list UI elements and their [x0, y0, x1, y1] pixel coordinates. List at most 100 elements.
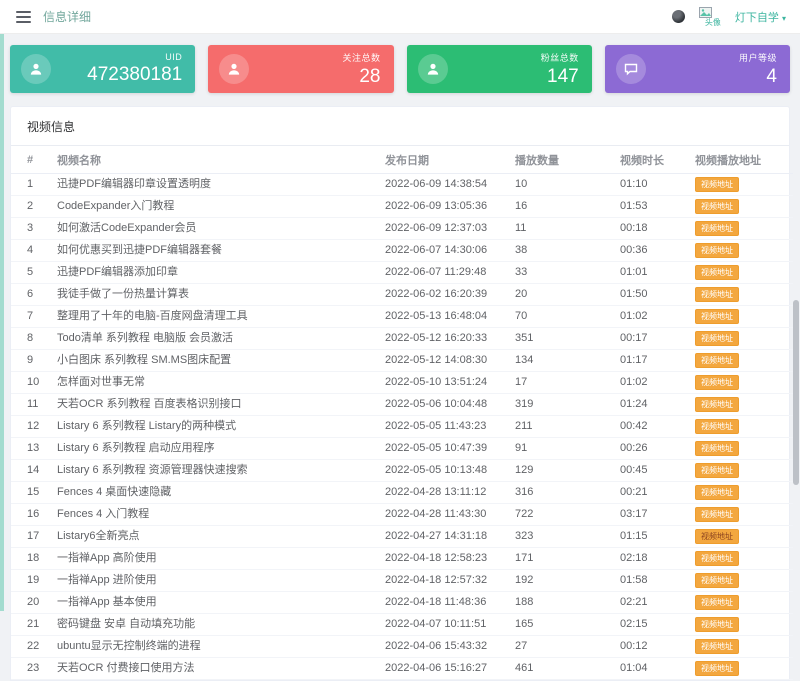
video-duration: 01:02: [620, 371, 695, 394]
video-url-button[interactable]: 视频地址: [695, 573, 739, 588]
table-row: 16 Fences 4 入门教程 2022-04-28 11:43:30 722…: [11, 503, 793, 526]
video-url-button[interactable]: 视频地址: [695, 353, 739, 368]
video-name: 我徒手做了一份热量计算表: [57, 283, 385, 306]
col-play-url: 视频播放地址: [695, 146, 793, 174]
video-url-button[interactable]: 视频地址: [695, 551, 739, 566]
play-count: 38: [515, 239, 620, 262]
video-duration: 00:12: [620, 635, 695, 658]
publish-date: 2022-06-09 14:38:54: [385, 173, 515, 196]
stat-value: 147: [547, 65, 579, 87]
video-table: # 视频名称 发布日期 播放数量 视频时长 视频播放地址 1 迅捷PDF编辑器印…: [11, 146, 793, 680]
stat-card-fans: 粉丝总数 147: [406, 45, 592, 93]
video-url-button[interactable]: 视频地址: [695, 463, 739, 478]
table-row: 10 怎样面对世事无常 2022-05-10 13:51:24 17 01:02…: [11, 371, 793, 394]
video-duration: 00:26: [620, 437, 695, 460]
video-url-button[interactable]: 视频地址: [695, 485, 739, 500]
table-header-row: # 视频名称 发布日期 播放数量 视频时长 视频播放地址: [11, 146, 793, 174]
stat-card-level: 用户等级 4: [604, 45, 790, 93]
video-duration: 01:15: [620, 525, 695, 548]
video-name: 迅捷PDF编辑器添加印章: [57, 261, 385, 284]
row-index: 3: [11, 217, 57, 240]
play-count: 10: [515, 173, 620, 196]
video-name: Listary 6 系列教程 Listary的两种模式: [57, 415, 385, 438]
video-url-button[interactable]: 视频地址: [695, 507, 739, 522]
menu-toggle-icon[interactable]: [16, 10, 31, 23]
table-row: 3 如何激活CodeExpander会员 2022-06-09 12:37:03…: [11, 217, 793, 240]
video-name: 一指禅App 进阶使用: [57, 569, 385, 592]
video-url-button[interactable]: 视频地址: [695, 375, 739, 390]
page-title: 信息详细: [43, 10, 92, 24]
video-url-button[interactable]: 视频地址: [695, 243, 739, 258]
video-url-button[interactable]: 视频地址: [695, 529, 739, 544]
table-row: 8 Todo清单 系列教程 电脑版 会员激活 2022-05-12 16:20:…: [11, 327, 793, 350]
video-url-button[interactable]: 视频地址: [695, 661, 739, 676]
table-row: 6 我徒手做了一份热量计算表 2022-06-02 16:20:39 20 01…: [11, 283, 793, 306]
table-row: 1 迅捷PDF编辑器印章设置透明度 2022-06-09 14:38:54 10…: [11, 173, 793, 196]
publish-date: 2022-06-09 13:05:36: [385, 195, 515, 218]
video-url-button[interactable]: 视频地址: [695, 309, 739, 324]
table-row: 18 一指禅App 高阶使用 2022-04-18 12:58:23 171 0…: [11, 547, 793, 570]
row-index: 7: [11, 305, 57, 328]
video-name: 密码键盘 安卓 自动填充功能: [57, 613, 385, 636]
stat-cards: UID 472380181 关注总数 28 粉丝总数 147 用户等级 4: [0, 34, 800, 106]
row-index: 13: [11, 437, 57, 460]
table-row: 14 Listary 6 系列教程 资源管理器快速搜索 2022-05-05 1…: [11, 459, 793, 482]
row-index: 20: [11, 591, 57, 614]
row-index: 5: [11, 261, 57, 284]
video-url-button[interactable]: 视频地址: [695, 639, 739, 654]
play-count: 165: [515, 613, 620, 636]
row-index: 8: [11, 327, 57, 350]
row-index: 14: [11, 459, 57, 482]
row-index: 11: [11, 393, 57, 416]
video-name: 迅捷PDF编辑器印章设置透明度: [57, 173, 385, 196]
video-url-button[interactable]: 视频地址: [695, 441, 739, 456]
row-index: 19: [11, 569, 57, 592]
col-play-count: 播放数量: [515, 146, 620, 174]
video-url-button[interactable]: 视频地址: [695, 595, 739, 610]
video-name: CodeExpander入门教程: [57, 195, 385, 218]
play-count: 129: [515, 459, 620, 482]
col-video-name: 视频名称: [57, 146, 385, 174]
row-index: 6: [11, 283, 57, 306]
video-name: Listary 6 系列教程 启动应用程序: [57, 437, 385, 460]
video-url-button[interactable]: 视频地址: [695, 177, 739, 192]
row-index: 12: [11, 415, 57, 438]
chevron-down-icon: ▾: [781, 13, 786, 23]
stat-label: 关注总数: [342, 52, 381, 63]
video-url-button[interactable]: 视频地址: [695, 199, 739, 214]
broken-image-icon: [698, 6, 712, 18]
play-count: 316: [515, 481, 620, 504]
video-url-button[interactable]: 视频地址: [695, 265, 739, 280]
video-name: 整理用了十年的电脑-百度网盘清理工具: [57, 305, 385, 328]
stat-label: 用户等级: [738, 52, 777, 63]
stat-card-uid: UID 472380181: [10, 45, 196, 93]
video-duration: 01:04: [620, 657, 695, 680]
video-url-button[interactable]: 视频地址: [695, 419, 739, 434]
table-row: 15 Fences 4 桌面快速隐藏 2022-04-28 13:11:12 3…: [11, 481, 793, 504]
play-count: 33: [515, 261, 620, 284]
table-row: 23 天若OCR 付费接口使用方法 2022-04-06 15:16:27 46…: [11, 657, 793, 680]
table-row: 11 天若OCR 系列教程 百度表格识别接口 2022-05-06 10:04:…: [11, 393, 793, 416]
video-url-button[interactable]: 视频地址: [695, 397, 739, 412]
play-count: 211: [515, 415, 620, 438]
play-count: 16: [515, 195, 620, 218]
row-index: 16: [11, 503, 57, 526]
table-row: 5 迅捷PDF编辑器添加印章 2022-06-07 11:29:48 33 01…: [11, 261, 793, 284]
play-count: 134: [515, 349, 620, 372]
globe-icon[interactable]: [671, 10, 685, 23]
row-index: 17: [11, 525, 57, 548]
table-row: 2 CodeExpander入门教程 2022-06-09 13:05:36 1…: [11, 195, 793, 218]
avatar[interactable]: 头像: [698, 6, 721, 27]
publish-date: 2022-05-12 14:08:30: [385, 349, 515, 372]
video-url-button[interactable]: 视频地址: [695, 617, 739, 632]
play-count: 17: [515, 371, 620, 394]
vertical-scrollbar[interactable]: [793, 300, 799, 485]
publish-date: 2022-05-12 16:20:33: [385, 327, 515, 350]
video-duration: 01:17: [620, 349, 695, 372]
video-url-button[interactable]: 视频地址: [695, 221, 739, 236]
video-url-button[interactable]: 视频地址: [695, 331, 739, 346]
publish-date: 2022-06-09 12:37:03: [385, 217, 515, 240]
user-menu[interactable]: 灯下自学 ▾: [735, 9, 786, 25]
video-url-button[interactable]: 视频地址: [695, 287, 739, 302]
video-duration: 01:01: [620, 261, 695, 284]
